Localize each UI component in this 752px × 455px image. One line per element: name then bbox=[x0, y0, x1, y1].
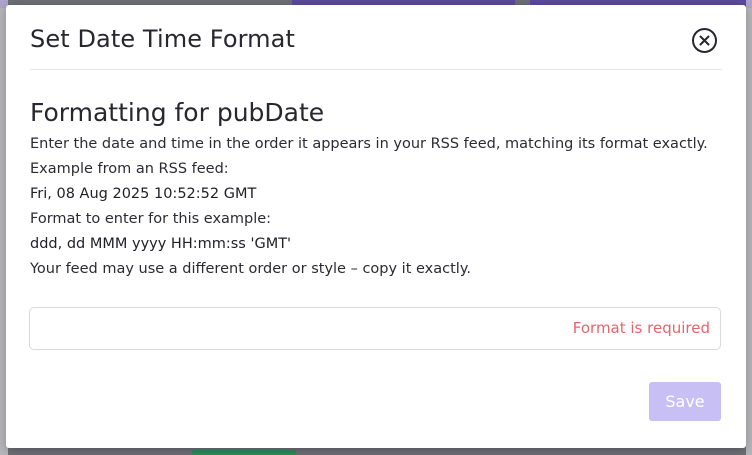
header-divider bbox=[30, 69, 722, 70]
backdrop-panel-right bbox=[746, 0, 752, 455]
backdrop-button bbox=[192, 450, 296, 455]
save-button[interactable]: Save bbox=[649, 382, 721, 421]
set-date-time-format-dialog: Set Date Time Format Formatting for pubD… bbox=[6, 5, 746, 448]
format-label: Format to enter for this example: bbox=[30, 211, 272, 227]
section-heading: Formatting for pubDate bbox=[30, 98, 325, 127]
example-value: Fri, 08 Aug 2025 10:52:52 GMT bbox=[30, 186, 257, 202]
close-icon bbox=[699, 35, 710, 46]
format-field: Format is required bbox=[29, 307, 721, 350]
dialog-header: Set Date Time Format bbox=[6, 5, 746, 71]
note-text: Your feed may use a different order or s… bbox=[30, 261, 471, 277]
format-example-value: ddd, dd MMM yyyy HH:mm:ss 'GMT' bbox=[30, 236, 292, 252]
instruction-text: Enter the date and time in the order it … bbox=[30, 136, 708, 152]
dialog-title: Set Date Time Format bbox=[30, 25, 295, 53]
format-input[interactable] bbox=[30, 308, 720, 349]
close-button[interactable] bbox=[692, 28, 717, 53]
example-label: Example from an RSS feed: bbox=[30, 161, 229, 177]
